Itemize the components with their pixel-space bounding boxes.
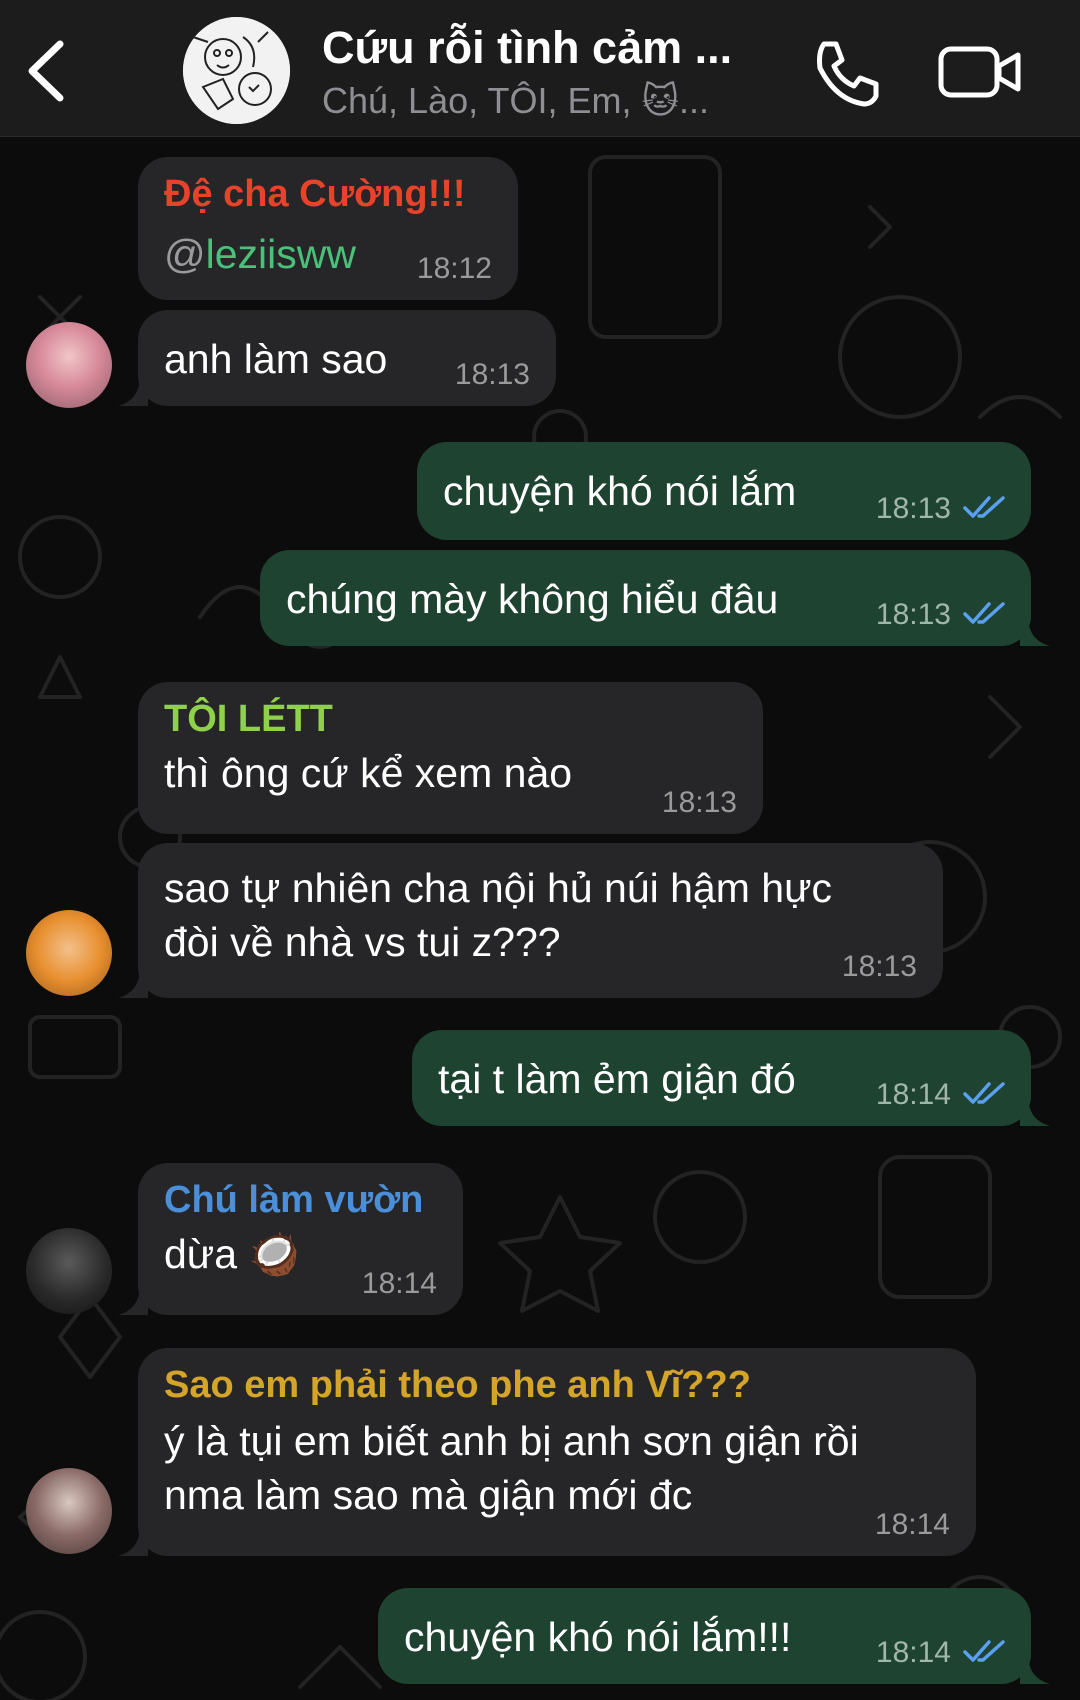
message-bubble-outgoing[interactable]: chúng mày không hiểu đâu 18:13: [260, 550, 1031, 646]
group-avatar-doodle-icon: [183, 17, 290, 124]
message-bubble-outgoing[interactable]: tại t làm ẻm giận đó 18:14: [412, 1030, 1031, 1126]
sender-name[interactable]: Sao em phải theo phe anh Vĩ???: [164, 1362, 950, 1408]
read-double-check-icon: [963, 1640, 1005, 1662]
sender-avatar[interactable]: [26, 1468, 112, 1554]
message-bubble-outgoing[interactable]: chuyện khó nói lắm!!! 18:14: [378, 1588, 1031, 1684]
sender-name[interactable]: Chú làm vườn: [164, 1177, 437, 1223]
message-bubble-outgoing[interactable]: chuyện khó nói lắm 18:13: [417, 442, 1031, 540]
read-double-check-icon: [963, 602, 1005, 624]
message-bubble[interactable]: Sao em phải theo phe anh Vĩ??? ý là tụi …: [138, 1348, 976, 1556]
message-time: 18:12: [416, 252, 492, 285]
message-time: 18:14: [875, 1636, 951, 1669]
message-time: 18:13: [661, 786, 737, 819]
sender-name[interactable]: TÔI LÉTT: [164, 696, 737, 742]
message-time: 18:13: [875, 492, 951, 525]
message-bubble[interactable]: sao tự nhiên cha nội hủ núi hậm hực đòi …: [138, 843, 943, 998]
mention-link[interactable]: leziisww: [206, 231, 356, 277]
group-avatar[interactable]: [183, 17, 290, 124]
sender-name[interactable]: Đệ cha Cường!!!: [164, 171, 492, 217]
message-time: 18:13: [454, 358, 530, 391]
mention-at-sign: @: [164, 231, 206, 277]
message-text-line: đòi về nhà vs tui z???: [164, 919, 561, 965]
chat-header: Cứu rỗi tình cảm ... Chú, Lào, TÔI, Em, …: [0, 0, 1080, 137]
sender-avatar[interactable]: [26, 322, 112, 408]
message-text-line: ý là tụi em biết anh bị anh sơn giận rồi: [164, 1418, 859, 1464]
sender-avatar[interactable]: [26, 910, 112, 996]
video-call-icon[interactable]: [938, 44, 1022, 100]
message-bubble[interactable]: Đệ cha Cường!!! @leziisww 18:12: [138, 157, 518, 300]
sender-avatar[interactable]: [26, 1228, 112, 1314]
message-bubble[interactable]: Chú làm vườn dừa 🥥 18:14: [138, 1163, 463, 1315]
message-time: 18:14: [874, 1508, 950, 1541]
read-double-check-icon: [963, 496, 1005, 518]
message-text-line: sao tự nhiên cha nội hủ núi hậm hực: [164, 865, 833, 911]
message-bubble[interactable]: TÔI LÉTT thì ông cứ kể xem nào 18:13: [138, 682, 763, 834]
message-text: thì ông cứ kể xem nào: [164, 750, 573, 796]
back-chevron-icon[interactable]: [22, 36, 70, 106]
message-bubble[interactable]: anh làm sao 18:13: [138, 310, 556, 406]
chat-title[interactable]: Cứu rỗi tình cảm ...: [322, 22, 782, 74]
message-time: 18:14: [875, 1078, 951, 1111]
message-time: 18:14: [361, 1267, 437, 1300]
message-time: 18:13: [875, 598, 951, 631]
read-double-check-icon: [963, 1082, 1005, 1104]
phone-call-icon[interactable]: [810, 38, 880, 108]
message-text-line: nma làm sao mà giận mới đc: [164, 1472, 693, 1518]
chat-members-subtitle[interactable]: Chú, Lào, TÔI, Em, 🐱...: [322, 80, 782, 122]
message-time: 18:13: [841, 950, 917, 983]
